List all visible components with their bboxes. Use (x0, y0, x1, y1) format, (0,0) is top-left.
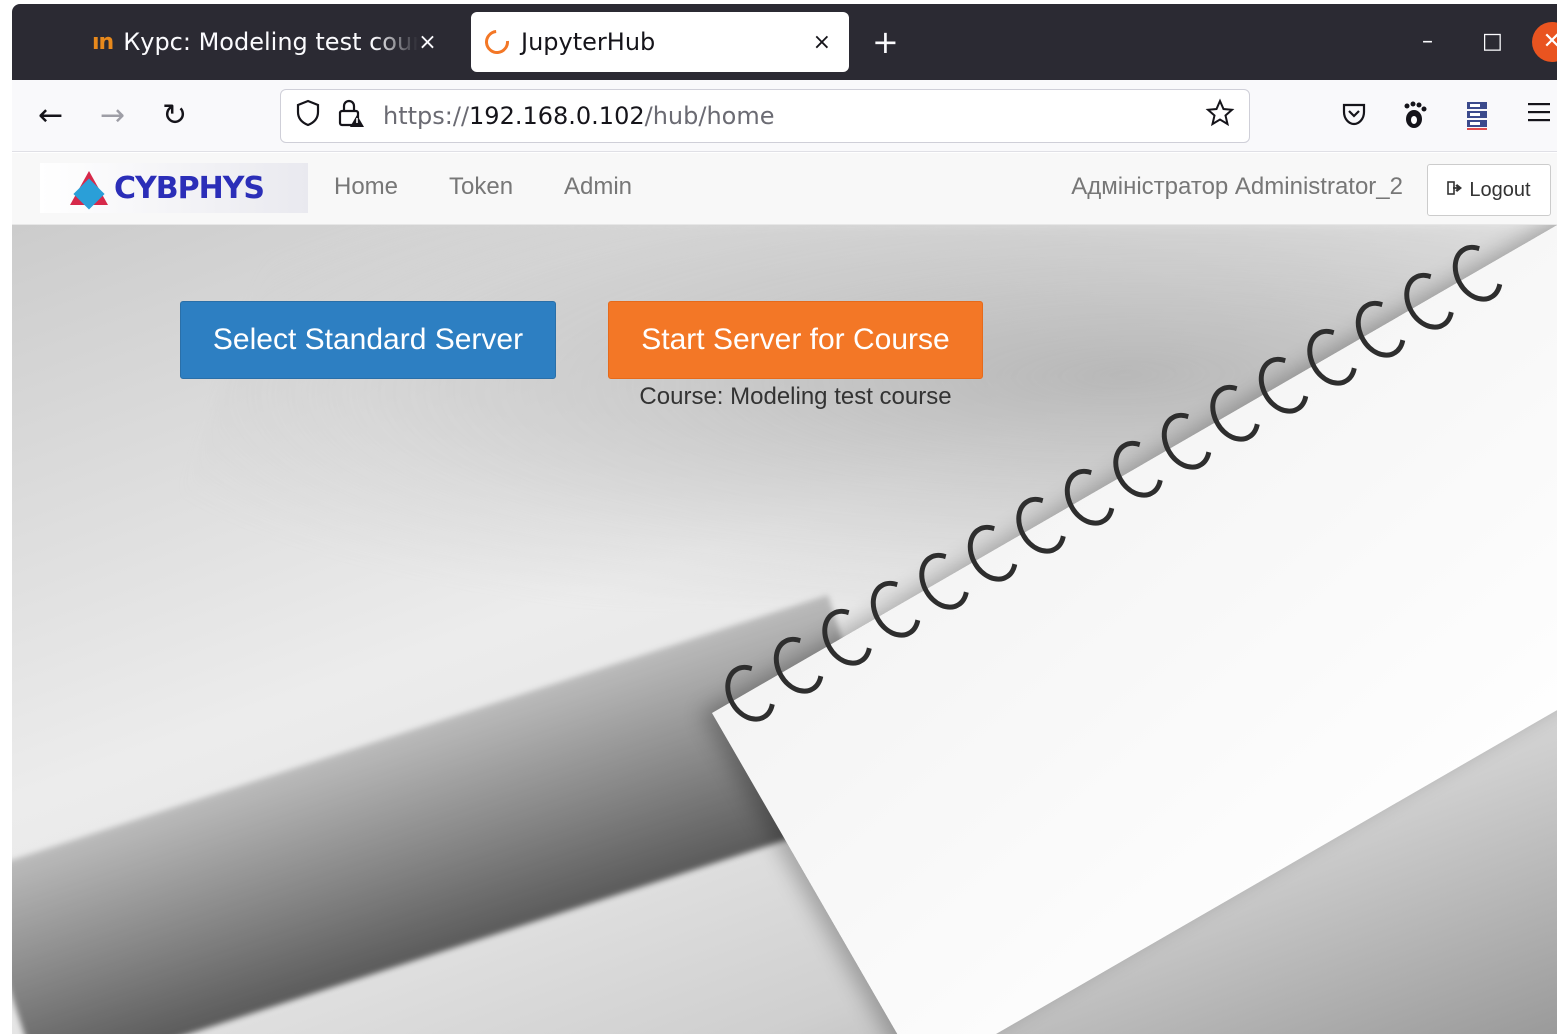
maximize-button[interactable]: □ (1482, 22, 1503, 62)
new-tab-button[interactable]: + (872, 24, 899, 60)
forward-button[interactable]: → (100, 98, 125, 134)
user-name: Адміністратор Administrator_2 (1071, 173, 1403, 200)
tab-title: Курс: Modeling test course (123, 28, 419, 56)
hamburger-menu-icon[interactable] (1526, 100, 1552, 131)
minimize-button[interactable]: – (1422, 22, 1433, 62)
laptop-edge (12, 594, 896, 1034)
url-text[interactable]: https://192.168.0.102/hub/home (383, 102, 775, 130)
title-bar: ın Курс: Modeling test course × JupyterH… (12, 4, 1557, 80)
logout-button[interactable]: Logout (1427, 164, 1551, 216)
cybphys-logo[interactable]: CYBPHYS (40, 163, 308, 213)
nav-admin[interactable]: Admin (564, 173, 632, 201)
logout-label: Logout (1469, 178, 1531, 201)
url-bar[interactable]: https://192.168.0.102/hub/home (280, 89, 1250, 143)
star-icon[interactable] (1205, 98, 1235, 135)
gnome-extension-icon[interactable] (1402, 100, 1430, 137)
navigation-toolbar: ← → ↻ https://192.168.0.102/hub/home (12, 80, 1557, 152)
browser-window: ın Курс: Modeling test course × JupyterH… (12, 4, 1557, 1034)
nav-token[interactable]: Token (449, 173, 513, 201)
course-label: Course: Modeling test course (639, 383, 952, 410)
logo-text: CYBPHYS (114, 170, 265, 206)
tab-course[interactable]: ın Курс: Modeling test course × (92, 12, 462, 72)
pocket-icon[interactable] (1340, 100, 1368, 135)
moodle-favicon-icon: ın (92, 29, 114, 55)
back-button[interactable]: ← (38, 98, 63, 134)
page-content: CYBPHYS Home Token Admin Адміністратор A… (12, 153, 1557, 1034)
tab-title: JupyterHub (521, 28, 656, 56)
server-extension-icon[interactable] (1464, 100, 1490, 137)
reload-button[interactable]: ↻ (162, 98, 187, 134)
lock-icon[interactable] (337, 98, 365, 134)
logo-mark-icon (70, 169, 108, 210)
nav-home[interactable]: Home (334, 173, 398, 201)
tab-jupyterhub[interactable]: JupyterHub × (471, 12, 849, 72)
tab-close-icon[interactable]: × (813, 30, 831, 55)
loading-spinner-icon (480, 25, 514, 59)
jupyterhub-navbar: CYBPHYS Home Token Admin Адміністратор A… (12, 153, 1557, 225)
shield-icon[interactable] (295, 99, 321, 134)
background-photo (12, 153, 1557, 1034)
sign-out-icon (1447, 180, 1463, 201)
tab-close-icon[interactable]: × (418, 30, 436, 55)
start-server-for-course-button[interactable]: Start Server for Course (608, 301, 983, 379)
select-standard-server-button[interactable]: Select Standard Server (180, 301, 556, 379)
window-close-button[interactable]: ✕ (1532, 22, 1557, 62)
